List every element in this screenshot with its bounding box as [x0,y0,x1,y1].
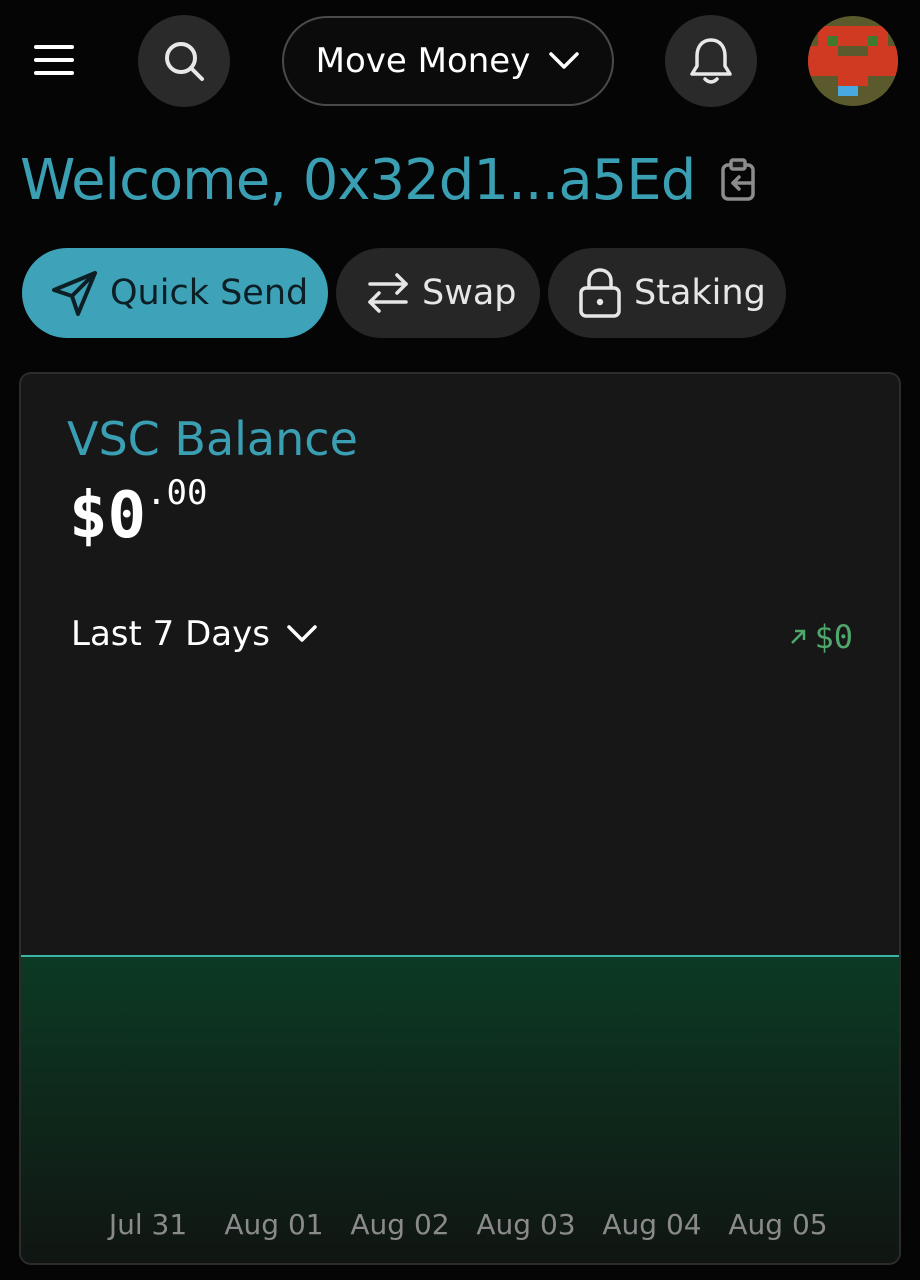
bell-icon [690,38,732,84]
balance-amount: $0.00 [69,473,207,553]
pixel-avatar-icon [808,16,898,106]
chevron-down-icon [549,52,580,69]
hamburger-menu-icon[interactable] [30,40,78,80]
staking-button[interactable]: Staking [548,248,786,338]
move-money-label: Move Money [315,41,531,81]
swap-label: Swap [422,273,517,313]
x-tick-label: Jul 31 [107,1208,187,1241]
clipboard-copy-icon[interactable] [719,157,759,203]
swap-arrows-icon [368,273,408,313]
balance-card-title: VSC Balance [67,412,358,466]
chevron-down-icon [287,625,317,642]
send-icon [52,271,97,316]
search-icon [165,42,204,81]
arrow-up-right-icon [791,629,806,644]
top-bar: Move Money [0,0,920,130]
balance-change: $0 [788,618,853,656]
lock-icon [579,268,621,318]
balance-change-value: $0 [814,618,853,656]
avatar[interactable] [808,16,898,106]
quick-send-label: Quick Send [110,273,309,313]
notifications-button[interactable] [665,15,757,107]
welcome-heading: Welcome, 0x32d1...a5Ed [20,140,759,220]
move-money-dropdown[interactable]: Move Money [282,16,614,106]
balance-card: VSC Balance $0.00 Last 7 Days $0 Jul 31 A… [19,372,901,1265]
time-range-dropdown[interactable]: Last 7 Days [71,614,318,654]
balance-cents: .00 [146,473,208,513]
quick-send-button[interactable]: Quick Send [22,248,328,338]
swap-button[interactable]: Swap [336,248,540,338]
balance-main: $0 [69,479,147,553]
x-tick-label: Aug 01 [224,1208,323,1241]
welcome-text: Welcome, 0x32d1...a5Ed [20,147,696,213]
search-button[interactable] [138,15,230,107]
x-tick-label: Aug 05 [728,1208,827,1241]
staking-label: Staking [634,273,766,313]
x-tick-label: Aug 02 [350,1208,449,1241]
balance-chart: Jul 31 Aug 01 Aug 02 Aug 03 Aug 04 Aug 05 [21,955,899,1263]
x-tick-label: Aug 04 [602,1208,701,1241]
time-range-label: Last 7 Days [71,614,270,654]
x-tick-label: Aug 03 [476,1208,575,1241]
